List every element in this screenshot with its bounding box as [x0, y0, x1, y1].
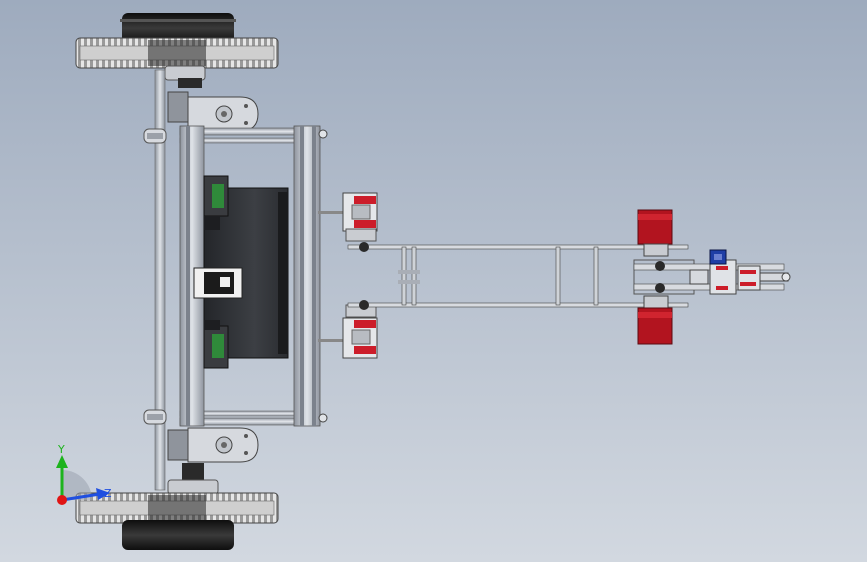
axle-clamp-top — [143, 128, 167, 144]
servo-bottom — [318, 304, 378, 359]
servo-top — [318, 192, 378, 242]
wrist-servo-blue — [709, 249, 727, 265]
motor-bracket-top — [167, 91, 259, 132]
cad-viewport[interactable]: Y Z — [0, 0, 867, 562]
power-switch — [193, 267, 243, 299]
orientation-triad[interactable]: Y Z — [56, 443, 112, 505]
wheel-top — [75, 13, 279, 88]
axle-clamp-bottom — [143, 409, 167, 425]
x-axis-point — [57, 495, 67, 505]
motor-bracket-bottom — [167, 427, 259, 463]
wheel-bottom — [75, 463, 279, 550]
robot-assembly-top-view[interactable]: Y Z — [0, 0, 867, 562]
arm-boom — [347, 242, 689, 310]
y-axis-arrowhead — [56, 455, 68, 468]
z-axis-label: Z — [104, 487, 112, 500]
gripper-assembly — [633, 259, 791, 295]
controller-board-bottom — [203, 320, 229, 369]
y-axis-label: Y — [57, 443, 65, 456]
